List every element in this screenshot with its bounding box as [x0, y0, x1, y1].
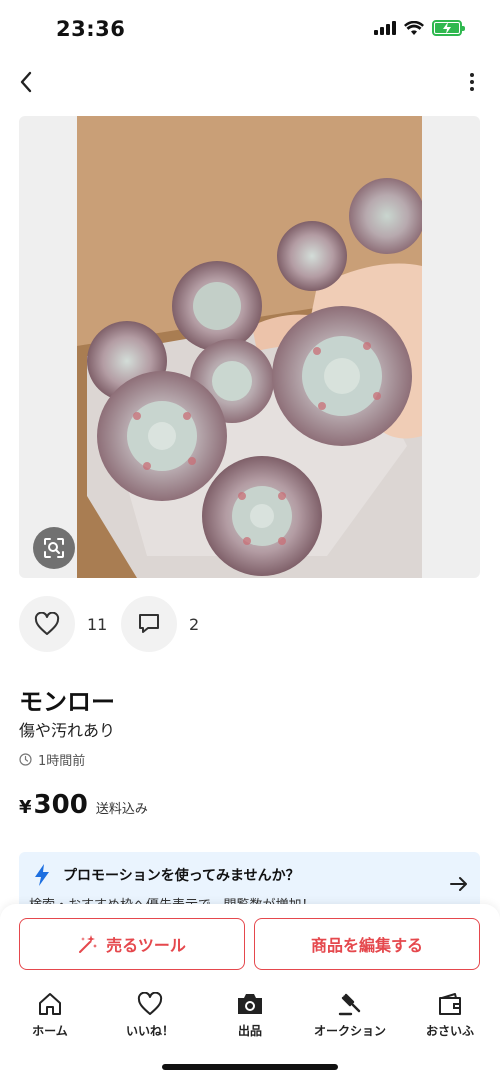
bottom-action-sheet: 売るツール 商品を編集する ホーム いいね！ 出品 オークション おさいふ [0, 904, 500, 1080]
posted-time-label: 1時間前 [38, 754, 86, 769]
sell-tool-label: 売るツール [106, 936, 186, 955]
gavel-icon [338, 993, 361, 1016]
edit-item-label: 商品を編集する [310, 936, 423, 955]
tab-likes-label: いいね！ [125, 1024, 174, 1038]
edit-item-button[interactable]: 商品を編集する [254, 918, 480, 970]
camera-icon [238, 994, 262, 1014]
tab-sell[interactable]: 出品 [200, 990, 300, 1046]
image-search-button[interactable] [33, 527, 75, 569]
shipping-note: 送料込み [95, 802, 148, 817]
status-time: 23:36 [56, 17, 126, 41]
tab-wallet-label: おさいふ [425, 1024, 474, 1038]
heart-icon [34, 612, 60, 635]
wifi-icon [404, 20, 424, 35]
status-bar: 23:36 [0, 0, 500, 58]
arrow-right-icon [450, 877, 467, 891]
home-indicator[interactable] [162, 1064, 338, 1070]
back-icon[interactable] [12, 66, 40, 98]
tab-home[interactable]: ホーム [0, 990, 100, 1046]
tab-auction[interactable]: オークション [300, 990, 400, 1046]
home-icon [39, 993, 61, 1015]
magic-wand-icon [79, 935, 98, 953]
posted-time: 1時間前 [19, 750, 85, 769]
like-button[interactable] [19, 596, 75, 652]
action-buttons: 売るツール 商品を編集する [19, 918, 480, 970]
product-photo[interactable] [77, 116, 422, 578]
image-search-icon [44, 538, 64, 558]
engagement-row: 11 2 [19, 596, 219, 652]
price-value: 300 [33, 790, 88, 820]
price-currency: ¥ [19, 797, 32, 818]
status-icons [374, 20, 465, 36]
like-count: 11 [87, 614, 108, 634]
nav-bar [0, 60, 500, 104]
price-row: ¥ 300 送料込み [19, 790, 148, 820]
cellular-signal-icon [374, 21, 396, 35]
sell-tool-button[interactable]: 売るツール [19, 918, 245, 970]
wallet-icon [439, 993, 461, 1015]
tab-likes[interactable]: いいね！ [100, 990, 200, 1046]
more-options-icon[interactable] [464, 70, 480, 94]
lightning-icon [35, 864, 49, 886]
product-title: モンロー [19, 688, 115, 716]
comment-icon [139, 614, 159, 633]
comment-count: 2 [189, 614, 200, 634]
product-photo-frame[interactable] [19, 116, 480, 578]
promotion-title: プロモーションを使ってみませんか？ [63, 868, 300, 884]
tab-bar: ホーム いいね！ 出品 オークション おさいふ [0, 990, 500, 1046]
battery-charging-icon [432, 20, 465, 36]
product-condition: 傷や汚れあり [19, 721, 116, 740]
tab-home-label: ホーム [32, 1024, 68, 1038]
clock-icon [19, 753, 32, 766]
tab-auction-label: オークション [313, 1024, 386, 1038]
heart-icon [137, 992, 163, 1015]
tab-sell-label: 出品 [237, 1024, 262, 1038]
tab-wallet[interactable]: おさいふ [400, 990, 500, 1046]
comment-button[interactable] [121, 596, 177, 652]
